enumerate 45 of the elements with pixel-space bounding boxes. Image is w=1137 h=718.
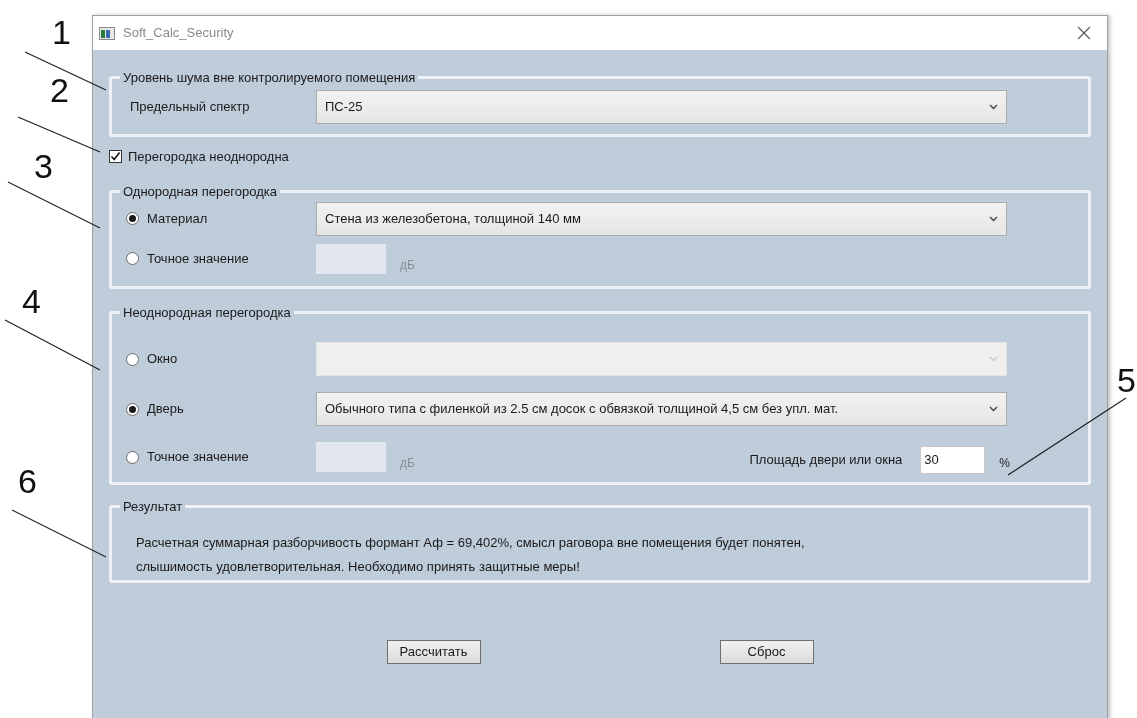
- dropdown[interactable]: Обычного типа с филенкой из 2.5 см досок с обвязкой толщиной 4,5 см без упл. мат.: [316, 392, 1007, 426]
- field-label: Площадь двери или окна: [749, 451, 903, 470]
- result-text: Расчетная суммарная разборчивость формант Аф = 69,402%, смысл раговора вне помещения будет понятен, слышимость удовлетворительная. Необходимо принять защитные меры!: [135, 533, 806, 576]
- dropdown[interactable]: Стена из железобетона, толщиной 140 мм: [316, 201, 1007, 236]
- group-title: Однородная перегородка: [122, 183, 279, 201]
- group-title: Уровень шума вне контролируемого помещения: [122, 69, 417, 87]
- radio-button[interactable]: [126, 450, 139, 464]
- action-button[interactable]: Рассчитать: [386, 640, 481, 664]
- dropdown-value: Обычного типа с филенкой из 2.5 см досок с обвязкой толщиной 4,5 см без упл. мат.: [325, 400, 838, 419]
- callout-number: 5: [1117, 362, 1136, 398]
- chevron-down-icon: [989, 103, 998, 110]
- callout-number: 4: [22, 283, 41, 319]
- callout-number: 1: [52, 14, 71, 50]
- area-field[interactable]: 30: [920, 446, 986, 474]
- group-title: Результат: [122, 498, 184, 516]
- dropdown[interactable]: ПС-25: [316, 89, 1007, 124]
- radio-button[interactable]: [126, 402, 139, 416]
- callout-number: 3: [34, 148, 53, 184]
- app-icon: [99, 26, 115, 40]
- checkbox-label: Перегородка неоднородна: [128, 147, 289, 166]
- window-title: Soft_Calc_Security: [123, 24, 234, 43]
- radio-label: Материал: [147, 209, 208, 228]
- checkbox[interactable]: [109, 149, 122, 163]
- value-field[interactable]: [316, 442, 386, 472]
- action-button[interactable]: Сброс: [719, 640, 814, 664]
- radio-button[interactable]: [126, 212, 139, 225]
- chevron-down-icon: [989, 215, 998, 222]
- chevron-down-icon: [989, 406, 998, 412]
- dropdown-value: Стена из железобетона, толщиной 140 мм: [325, 209, 581, 228]
- value-field[interactable]: [316, 243, 386, 274]
- chevron-down-icon: [989, 356, 998, 362]
- radio-label: Дверь: [147, 400, 184, 419]
- unit-label: %: [999, 455, 1010, 472]
- dropdown-value: ПС-25: [325, 97, 363, 116]
- callout-number: 2: [50, 72, 69, 108]
- field-label: Предельный спектр: [129, 97, 251, 116]
- close-icon[interactable]: [1077, 26, 1091, 40]
- group-title: Неоднородная перегородка: [122, 303, 292, 322]
- callout-number: 6: [18, 463, 37, 499]
- unit-label: дБ: [400, 256, 415, 274]
- radio-label: Точное значение: [147, 448, 249, 467]
- radio-label: Точное значение: [147, 249, 249, 268]
- unit-label: дБ: [400, 455, 415, 472]
- radio-button[interactable]: [126, 252, 139, 265]
- radio-label: Окно: [147, 350, 178, 369]
